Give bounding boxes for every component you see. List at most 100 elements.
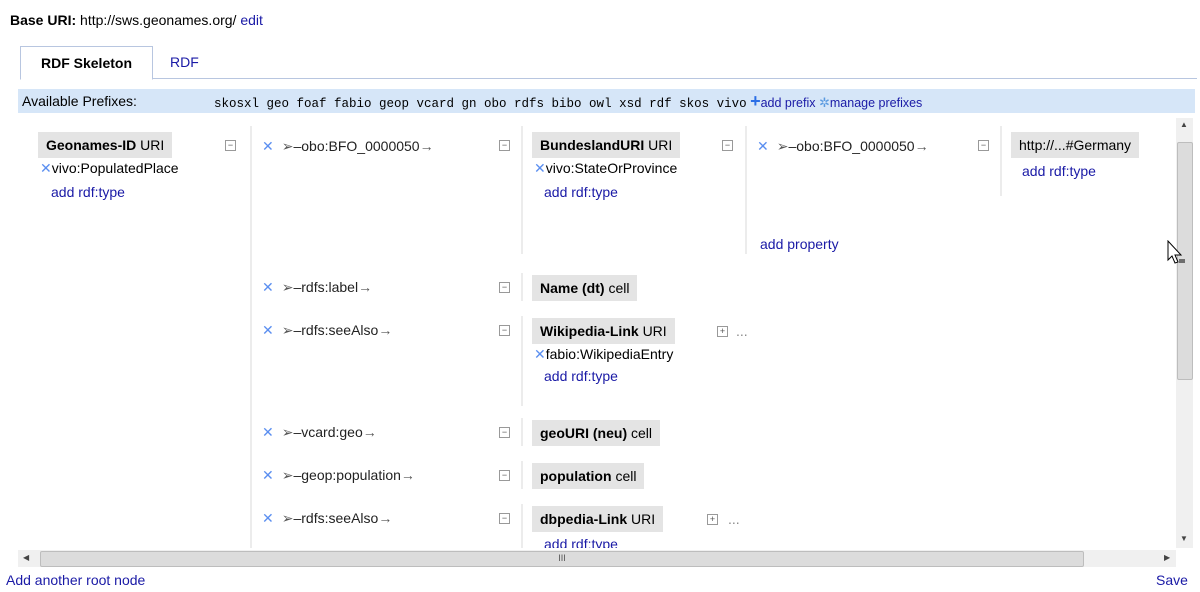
target-node-name: Wikipedia-Link bbox=[540, 323, 639, 339]
nested-property-label: obo:BFO_0000050 bbox=[796, 138, 915, 154]
save-link[interactable]: Save bbox=[1156, 572, 1188, 588]
remove-property-icon[interactable]: ✕ bbox=[262, 138, 274, 154]
property-label: rdfs:seeAlso bbox=[301, 510, 379, 526]
add-prefix-icon[interactable]: + bbox=[750, 91, 761, 111]
column-separator bbox=[1000, 126, 1002, 196]
column-separator bbox=[745, 126, 747, 254]
target-add-rdf-type-link[interactable]: add rdf:type bbox=[544, 368, 618, 384]
target-node-box[interactable]: BundeslandURI URI bbox=[532, 132, 681, 158]
column-separator bbox=[521, 504, 523, 548]
collapse-icon[interactable]: − bbox=[225, 140, 236, 151]
property-row[interactable]: ✕ ➢–rdfs:seeAlso→ bbox=[262, 322, 392, 339]
property-start-arrow-icon: ➢ bbox=[281, 510, 294, 526]
nested-property-row[interactable]: ✕ ➢–obo:BFO_0000050→ bbox=[757, 138, 929, 155]
manage-prefixes-link[interactable]: manage prefixes bbox=[830, 96, 922, 110]
collapse-icon[interactable]: − bbox=[499, 282, 510, 293]
root-add-rdf-type-link[interactable]: add rdf:type bbox=[51, 184, 125, 200]
target-node-kind: cell bbox=[608, 280, 630, 296]
property-row[interactable]: ✕ ➢–geop:population→ bbox=[262, 467, 415, 484]
column-separator bbox=[521, 126, 523, 254]
target-node-box[interactable]: population cell bbox=[532, 463, 645, 489]
expand-icon[interactable]: + bbox=[707, 514, 718, 525]
property-row[interactable]: ✕ ➢–vcard:geo→ bbox=[262, 424, 377, 441]
column-separator bbox=[521, 273, 523, 301]
target-rdf-type-label: fabio:WikipediaEntry bbox=[545, 346, 674, 362]
base-uri-label: Base URI: bbox=[10, 12, 77, 28]
property-start-arrow-icon: ➢ bbox=[281, 322, 294, 338]
prefix-list: skosxl geo foaf fabio geop vcard gn obo … bbox=[214, 89, 922, 116]
collapse-icon[interactable]: − bbox=[722, 140, 733, 151]
horizontal-scrollbar[interactable]: ◀ III ▶ bbox=[18, 550, 1176, 567]
target-node-box[interactable]: dbpedia-Link URI bbox=[532, 506, 664, 532]
property-row[interactable]: ✕ ➢–rdfs:seeAlso→ bbox=[262, 510, 392, 527]
property-start-arrow-icon: ➢ bbox=[281, 424, 294, 440]
root-rdf-type: ✕vivo:PopulatedPlace bbox=[40, 160, 179, 177]
collapse-icon[interactable]: − bbox=[499, 325, 510, 336]
target-node-box[interactable]: Name (dt) cell bbox=[532, 275, 638, 301]
scroll-left-arrow-icon[interactable]: ◀ bbox=[23, 553, 29, 562]
add-property-link[interactable]: add property bbox=[760, 236, 839, 252]
remove-property-icon[interactable]: ✕ bbox=[757, 138, 769, 154]
property-label: rdfs:label bbox=[301, 279, 359, 295]
base-uri-edit-link[interactable]: edit bbox=[240, 12, 263, 28]
collapse-icon[interactable]: − bbox=[499, 427, 510, 438]
remove-property-icon[interactable]: ✕ bbox=[262, 322, 274, 338]
root-node-name: Geonames-ID bbox=[46, 137, 137, 153]
property-start-arrow-icon: ➢ bbox=[776, 138, 789, 154]
tab-rdf-skeleton[interactable]: RDF Skeleton bbox=[20, 46, 153, 80]
target-node-box[interactable]: Wikipedia-Link URI bbox=[532, 318, 675, 344]
remove-property-icon[interactable]: ✕ bbox=[262, 467, 274, 483]
nested-add-rdf-type-link[interactable]: add rdf:type bbox=[1022, 163, 1096, 179]
add-prefix-link[interactable]: add prefix bbox=[761, 96, 816, 110]
horizontal-scroll-thumb[interactable]: III bbox=[40, 551, 1084, 567]
property-row[interactable]: ✕ ➢–rdfs:label→ bbox=[262, 279, 372, 296]
expand-icon[interactable]: + bbox=[717, 326, 728, 337]
manage-prefixes-gear-icon[interactable]: ✲ bbox=[819, 95, 830, 110]
scroll-down-arrow-icon[interactable]: ▼ bbox=[1180, 534, 1188, 543]
column-separator bbox=[521, 316, 523, 406]
collapse-icon[interactable]: − bbox=[978, 140, 989, 151]
target-node-name: BundeslandURI bbox=[540, 137, 645, 153]
base-uri-line: Base URI: http://sws.geonames.org/ edit bbox=[10, 12, 263, 28]
nested-target-label: http://...#Germany bbox=[1019, 137, 1132, 153]
property-label: vcard:geo bbox=[301, 424, 363, 440]
property-end-arrow-icon: → bbox=[378, 322, 393, 338]
ellipsis: ... bbox=[728, 511, 740, 527]
property-end-arrow-icon: → bbox=[914, 138, 929, 154]
target-node-name: geoURI (neu) bbox=[540, 425, 628, 441]
collapse-icon[interactable]: − bbox=[499, 513, 510, 524]
base-uri-value: http://sws.geonames.org/ bbox=[80, 12, 237, 28]
remove-type-icon[interactable]: ✕ bbox=[40, 160, 52, 176]
property-label: rdfs:seeAlso bbox=[301, 322, 379, 338]
remove-type-icon[interactable]: ✕ bbox=[534, 160, 546, 176]
collapse-icon[interactable]: − bbox=[499, 470, 510, 481]
column-separator bbox=[521, 461, 523, 489]
target-add-rdf-type-link[interactable]: add rdf:type bbox=[544, 536, 618, 548]
property-start-arrow-icon: ➢ bbox=[281, 279, 294, 295]
target-node-kind: cell bbox=[631, 425, 653, 441]
root-node-box[interactable]: Geonames-ID URI bbox=[38, 132, 173, 158]
tab-rdf-preview[interactable]: RDF Preview bbox=[170, 46, 220, 102]
target-rdf-type: ✕vivo:StateOrProvince bbox=[534, 160, 677, 177]
scroll-right-arrow-icon[interactable]: ▶ bbox=[1164, 553, 1170, 562]
property-start-arrow-icon: ➢ bbox=[281, 467, 294, 483]
target-add-rdf-type-link[interactable]: add rdf:type bbox=[544, 184, 618, 200]
target-node-box[interactable]: geoURI (neu) cell bbox=[532, 420, 661, 446]
mouse-cursor-icon bbox=[1167, 240, 1185, 264]
nested-target-node-box[interactable]: http://...#Germany bbox=[1011, 132, 1140, 158]
vertical-scrollbar[interactable]: ▲ ▼ bbox=[1176, 118, 1193, 548]
remove-property-icon[interactable]: ✕ bbox=[262, 424, 274, 440]
remove-property-icon[interactable]: ✕ bbox=[262, 510, 274, 526]
remove-property-icon[interactable]: ✕ bbox=[262, 279, 274, 295]
target-rdf-type-label: vivo:StateOrProvince bbox=[545, 160, 678, 176]
property-row[interactable]: ✕ ➢–obo:BFO_0000050→ bbox=[262, 138, 434, 155]
ellipsis: ... bbox=[736, 323, 748, 339]
target-node-name: Name (dt) bbox=[540, 280, 605, 296]
remove-type-icon[interactable]: ✕ bbox=[534, 346, 546, 362]
prefix-list-text[interactable]: skosxl geo foaf fabio geop vcard gn obo … bbox=[214, 97, 747, 111]
rdf-skeleton-area: Geonames-ID URI ✕vivo:PopulatedPlace add… bbox=[18, 118, 1178, 548]
scroll-grip: III bbox=[558, 553, 566, 563]
scroll-up-arrow-icon[interactable]: ▲ bbox=[1180, 120, 1188, 129]
add-root-node-link[interactable]: Add another root node bbox=[6, 572, 145, 588]
collapse-icon[interactable]: − bbox=[499, 140, 510, 151]
